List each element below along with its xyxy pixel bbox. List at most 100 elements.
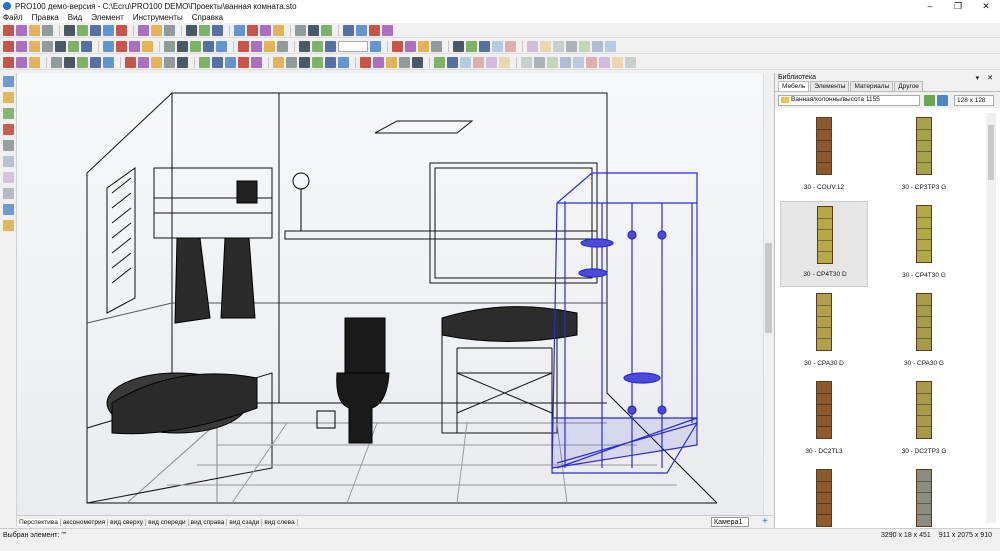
toolbar-tool-icon[interactable] [299, 56, 310, 68]
toolbar-tool-icon[interactable] [216, 40, 227, 52]
toolbar-tool-icon[interactable] [312, 40, 323, 52]
toolbar-tool-icon[interactable] [199, 24, 210, 36]
toolbar-tool-icon[interactable] [386, 56, 397, 68]
toolbar-tool-icon[interactable] [547, 56, 558, 68]
toolbar-tool-icon[interactable] [325, 56, 336, 68]
left-tool-icon[interactable] [2, 92, 14, 103]
toolbar-tool-icon[interactable] [68, 40, 79, 52]
toolbar-tool-icon[interactable] [164, 40, 175, 52]
toolbar-tool-icon[interactable] [369, 24, 380, 36]
toolbar-tool-icon[interactable] [212, 24, 223, 36]
toolbar-tool-icon[interactable] [312, 56, 323, 68]
menu-tools[interactable]: Инструменты [133, 13, 183, 22]
toolbar-tool-icon[interactable] [51, 56, 62, 68]
left-tool-icon[interactable] [2, 172, 14, 183]
toolbar-tool-icon[interactable] [321, 24, 332, 36]
toolbar-tool-icon[interactable] [238, 40, 249, 52]
left-tool-icon[interactable] [2, 156, 14, 167]
toolbar-tool-icon[interactable] [277, 40, 288, 52]
toolbar-tool-icon[interactable] [77, 56, 88, 68]
library-item[interactable]: 30 - CP3TP3 G [880, 113, 968, 199]
toolbar-tool-icon[interactable] [225, 56, 236, 68]
toolbar-tool-icon[interactable] [177, 56, 188, 68]
menu-element[interactable]: Элемент [91, 13, 124, 22]
toolbar-tool-icon[interactable] [203, 40, 214, 52]
library-item[interactable]: 30 - COUV.12 [780, 113, 868, 199]
toolbar-tool-icon[interactable] [29, 56, 40, 68]
viewport-vertical-scrollbar[interactable] [763, 73, 773, 515]
toolbar-tool-icon[interactable] [412, 56, 423, 68]
toolbar-tool-icon[interactable] [418, 40, 429, 52]
toolbar-tool-icon[interactable] [295, 24, 306, 36]
toolbar-tool-icon[interactable] [129, 40, 140, 52]
toolbar-tool-icon[interactable] [116, 24, 127, 36]
toolbar-tool-icon[interactable] [586, 56, 597, 68]
scroll-thumb[interactable] [765, 243, 772, 333]
toolbar-tool-icon[interactable] [103, 56, 114, 68]
toolbar-tool-icon[interactable] [3, 56, 14, 68]
toolbar-tool-icon[interactable] [466, 40, 477, 52]
library-item[interactable]: 30 - CPA30 G [880, 289, 968, 375]
toolbar-tool-icon[interactable] [534, 56, 545, 68]
toolbar-tool-icon[interactable] [151, 56, 162, 68]
library-item[interactable]: 30 - CP4T30 G [880, 201, 968, 287]
toolbar-tool-icon[interactable] [399, 56, 410, 68]
toolbar-tool-icon[interactable] [138, 24, 149, 36]
toolbar-tool-icon[interactable] [599, 56, 610, 68]
toolbar-tool-icon[interactable] [592, 40, 603, 52]
toolbar-tool-icon[interactable] [360, 56, 371, 68]
toolbar-tool-icon[interactable] [566, 40, 577, 52]
toolbar-tool-icon[interactable] [431, 40, 442, 52]
toolbar-tool-icon[interactable] [103, 24, 114, 36]
tab-top-view[interactable]: вид сверху [108, 518, 147, 526]
toolbar-tool-icon[interactable] [356, 24, 367, 36]
tab-furniture[interactable]: Мебель [778, 81, 810, 91]
toolbar-tool-icon[interactable] [308, 24, 319, 36]
library-path-dropdown[interactable]: Ванная/колонны/высота 1155 [778, 94, 920, 106]
toolbar-tool-icon[interactable] [238, 56, 249, 68]
toolbar-tool-icon[interactable] [273, 24, 284, 36]
3d-viewport[interactable] [17, 73, 763, 515]
toolbar-tool-icon[interactable] [382, 24, 393, 36]
toolbar-tool-icon[interactable] [125, 56, 136, 68]
toolbar-tool-icon[interactable] [453, 40, 464, 52]
toolbar-tool-icon[interactable] [90, 24, 101, 36]
toolbar-tool-icon[interactable] [486, 56, 497, 68]
toolbar-tool-icon[interactable] [164, 24, 175, 36]
tab-elements[interactable]: Элементы [810, 81, 850, 91]
toolbar-tool-icon[interactable] [540, 40, 551, 52]
library-item[interactable]: 30 - CPA30 D [780, 289, 868, 375]
toolbar-tool-icon[interactable] [492, 40, 503, 52]
toolbar-tool-icon[interactable] [405, 40, 416, 52]
toolbar-tool-icon[interactable] [55, 40, 66, 52]
toolbar-tool-icon[interactable] [42, 24, 53, 36]
toolbar-tool-icon[interactable] [42, 40, 53, 52]
toolbar-tool-icon[interactable] [251, 40, 262, 52]
toolbar-tool-icon[interactable] [573, 56, 584, 68]
toolbar-tool-icon[interactable] [190, 40, 201, 52]
tab-other[interactable]: Другое [894, 81, 923, 91]
toolbar-tool-icon[interactable] [16, 24, 27, 36]
toolbar-tool-icon[interactable] [103, 40, 114, 52]
toolbar-tool-icon[interactable] [138, 56, 149, 68]
toolbar-tool-icon[interactable] [64, 56, 75, 68]
toolbar-tool-icon[interactable] [247, 24, 258, 36]
left-tool-icon[interactable] [2, 140, 14, 151]
camera-selector[interactable]: Камера1 [711, 517, 749, 527]
close-window-button[interactable]: ✕ [972, 0, 1000, 12]
toolbar-tool-icon[interactable] [64, 24, 75, 36]
toolbar-tool-icon[interactable] [479, 40, 490, 52]
toolbar-tool-icon[interactable] [560, 56, 571, 68]
maximize-button[interactable]: ❐ [944, 0, 972, 12]
toolbar-tool-icon[interactable] [625, 56, 636, 68]
toolbar-tool-icon[interactable] [29, 40, 40, 52]
toolbar-tool-icon[interactable] [612, 56, 623, 68]
toolbar-tool-icon[interactable] [338, 56, 349, 68]
toolbar-tool-icon[interactable] [234, 24, 245, 36]
toolbar-tool-icon[interactable] [151, 24, 162, 36]
toolbar-tool-icon[interactable] [521, 56, 532, 68]
toolbar-tool-icon[interactable] [273, 56, 284, 68]
toolbar-tool-icon[interactable] [527, 40, 538, 52]
library-scroll-thumb[interactable] [988, 125, 994, 180]
toolbar-tool-icon[interactable] [90, 56, 101, 68]
